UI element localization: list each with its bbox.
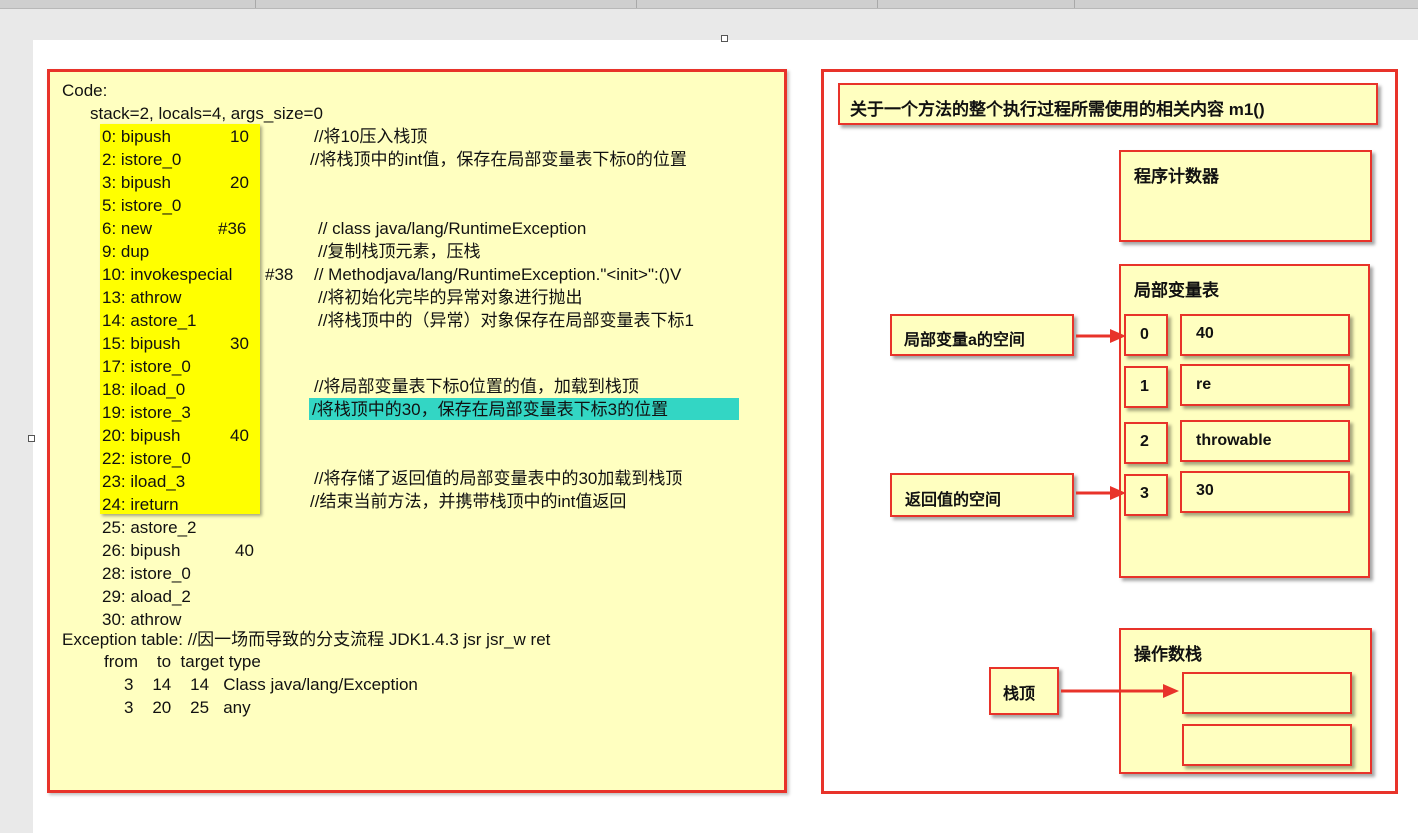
instruction-opcode: 3: bipush [102, 173, 171, 192]
comment-line: //结束当前方法，并携带栈顶中的int值返回 [310, 492, 627, 511]
slot-index-label: 0 [1140, 326, 1149, 343]
exception-table-row: 3 14 14 Class java/lang/Exception [124, 675, 418, 694]
slot-index-label: 1 [1140, 378, 1149, 395]
code-title: Code: [62, 81, 108, 100]
toolbar-segment [878, 0, 1075, 8]
comment-line: // Methodjava/lang/RuntimeException."<in… [314, 265, 682, 284]
instruction-opcode: 25: astore_2 [102, 518, 197, 537]
toolbar-segment [637, 0, 878, 8]
comment-line: //将存储了返回值的局部变量表中的30加载到栈顶 [314, 469, 683, 488]
stack-top-callout-label: 栈顶 [1003, 686, 1036, 703]
arrow-icon [1076, 329, 1126, 343]
slot-value-label: 30 [1196, 482, 1214, 499]
instruction-opcode: 18: iload_0 [102, 380, 186, 399]
instruction-opcode: 20: bipush [102, 426, 181, 445]
instruction-opcode: 6: new [102, 219, 153, 238]
comment-line: //将10压入栈顶 [314, 127, 428, 146]
slot-value-label: 40 [1196, 325, 1214, 342]
toolbar-segment [256, 0, 637, 8]
instruction-opcode: 22: istore_0 [102, 449, 191, 468]
operand-stack-slot[interactable] [1182, 724, 1352, 766]
slot-value-label: throwable [1196, 432, 1272, 449]
program-counter-label: 程序计数器 [1134, 167, 1219, 186]
arrow-icon [1061, 684, 1179, 698]
comment-line: //将栈顶中的（异常）对象保存在局部变量表下标1 [318, 311, 694, 330]
comment-line: //将局部变量表下标0位置的值，加载到栈顶 [314, 377, 639, 396]
exception-table-header: from to target type [104, 652, 261, 671]
instruction-opcode: 24: ireturn [102, 495, 179, 514]
instruction-opcode: 29: aload_2 [102, 587, 191, 606]
instruction-opcode: 9: dup [102, 242, 150, 261]
local-variable-table-label: 局部变量表 [1134, 281, 1219, 300]
return-value-callout-label: 返回值的空间 [905, 492, 1002, 509]
instruction-opcode: 17: istore_0 [102, 357, 191, 376]
comment-line: //复制栈顶元素，压栈 [318, 242, 481, 261]
instruction-opcode: 0: bipush [102, 127, 171, 146]
instruction-opcode: 30: athrow [102, 610, 182, 629]
toolbar-segment [0, 0, 256, 8]
window-top-strip [0, 0, 1418, 9]
instruction-opcode: 23: iload_3 [102, 472, 186, 491]
slot-value-label: re [1196, 376, 1212, 393]
frame-title: 关于一个方法的整个执行过程所需使用的相关内容 m1() [850, 100, 1265, 119]
resize-handle-left[interactable] [28, 435, 35, 442]
operand-stack-slot[interactable] [1182, 672, 1352, 714]
slot-index-label: 3 [1140, 485, 1149, 502]
instruction-operand: 10 [230, 127, 249, 146]
instruction-opcode: 15: bipush [102, 334, 181, 353]
comment-line: // class java/lang/RuntimeException [318, 219, 587, 238]
stack-info: stack=2, locals=4, args_size=0 [90, 104, 323, 123]
operand-stack-label: 操作数栈 [1134, 645, 1202, 664]
comment-line: //将初始化完毕的异常对象进行抛出 [318, 288, 583, 307]
arrow-icon [1076, 486, 1126, 500]
instruction-operand: 30 [230, 334, 249, 353]
instruction-opcode: 28: istore_0 [102, 564, 191, 583]
exception-table-title: Exception table: //因一场而导致的分支流程 JDK1.4.3 … [62, 630, 551, 649]
instruction-opcode: 14: astore_1 [102, 311, 197, 330]
instruction-opcode: 26: bipush [102, 541, 181, 560]
instruction-operand: #38 [265, 265, 294, 284]
instruction-opcode: 10: invokespecial [102, 265, 233, 284]
resize-handle-top[interactable] [721, 35, 728, 42]
instruction-operand: 20 [230, 173, 249, 192]
comment-line-highlighted: /将栈顶中的30，保存在局部变量表下标3的位置 [312, 400, 669, 419]
instruction-operand: 40 [235, 541, 254, 560]
comment-line: //将栈顶中的int值，保存在局部变量表下标0的位置 [310, 150, 687, 169]
exception-table-row: 3 20 25 any [124, 698, 251, 717]
local-var-a-callout-label: 局部变量a的空间 [904, 332, 1025, 349]
instruction-opcode: 5: istore_0 [102, 196, 182, 215]
instruction-opcode: 19: istore_3 [102, 403, 191, 422]
slot-index-label: 2 [1140, 433, 1149, 450]
instruction-opcode: 2: istore_0 [102, 150, 182, 169]
instruction-opcode: 13: athrow [102, 288, 182, 307]
instruction-operand: #36 [218, 219, 247, 238]
instruction-operand: 40 [230, 426, 249, 445]
